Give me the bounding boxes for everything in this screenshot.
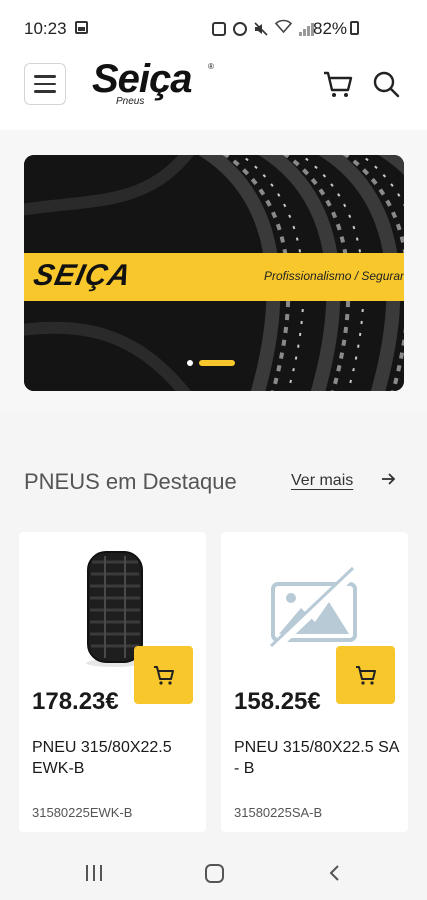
seica-logo[interactable]: Seiça ® Pneus — [92, 58, 217, 110]
product-card[interactable]: 158.25€ PNEU 315/80X22.5 SA - B 31580225… — [221, 532, 408, 832]
data-saver-icon — [212, 21, 226, 36]
logo-subtitle: Pneus — [116, 96, 145, 107]
signal-icon — [299, 22, 314, 36]
arrow-right-icon[interactable] — [380, 471, 396, 487]
hamburger-line — [34, 90, 56, 93]
wifi-icon — [274, 19, 293, 38]
product-code: 31580225SA-B — [234, 805, 323, 820]
battery-icon — [350, 21, 359, 35]
back-button[interactable] — [326, 864, 344, 882]
banner-brand: SEIÇA — [30, 259, 135, 292]
app-header: Seiça ® Pneus — [0, 56, 427, 130]
gallery-notification-icon — [75, 21, 88, 34]
section-title: PNEUS em Destaque — [24, 469, 237, 494]
status-icons — [212, 19, 314, 38]
recent-apps-icon-line — [93, 865, 95, 881]
product-card[interactable]: 178.23€ PNEU 315/80X22.5 EWK-B 31580225E… — [19, 532, 206, 832]
search-icon — [373, 71, 400, 98]
recent-apps-icon — [86, 865, 88, 881]
product-code: 31580225EWK-B — [32, 805, 133, 820]
carousel-dot-active[interactable] — [199, 360, 235, 366]
cart-icon — [324, 71, 353, 97]
battery-level: 82% — [313, 19, 348, 38]
carousel-dot[interactable] — [187, 360, 193, 366]
mute-icon — [254, 21, 268, 36]
recent-apps-icon-line — [100, 865, 102, 881]
add-to-cart-button[interactable] — [336, 646, 395, 704]
banner-tagline: Profissionalismo / Segurança — [264, 269, 404, 283]
system-nav-bar — [0, 842, 427, 900]
home-button[interactable] — [205, 864, 224, 883]
recent-apps-button[interactable] — [86, 865, 102, 881]
status-bar: 10:23 82% — [0, 0, 427, 56]
cart-button[interactable] — [322, 68, 354, 100]
status-time: 10:23 — [24, 19, 67, 38]
banner-area: SEIÇA Profissionalismo / Segurança — [0, 130, 427, 412]
product-name[interactable]: PNEU 315/80X22.5 EWK-B — [32, 737, 197, 779]
product-name[interactable]: PNEU 315/80X22.5 SA - B — [234, 737, 399, 779]
hamburger-icon — [34, 75, 56, 78]
product-price: 158.25€ — [234, 688, 321, 715]
registered-mark: ® — [208, 62, 214, 71]
cart-icon — [153, 666, 174, 685]
featured-tires-section: PNEUS em Destaque Ver mais 178.23€ PNEU … — [0, 412, 427, 842]
logo-text: Seiça — [92, 57, 193, 101]
cart-icon — [355, 666, 376, 685]
carousel-dots — [187, 360, 235, 366]
hamburger-line — [34, 82, 56, 86]
banner-carousel[interactable]: SEIÇA Profissionalismo / Segurança — [24, 155, 404, 391]
add-to-cart-button[interactable] — [134, 646, 193, 704]
alarm-icon — [233, 21, 247, 36]
product-price: 178.23€ — [32, 688, 119, 715]
menu-button[interactable] — [24, 63, 66, 105]
see-more-link[interactable]: Ver mais — [291, 472, 353, 490]
search-button[interactable] — [372, 70, 400, 98]
